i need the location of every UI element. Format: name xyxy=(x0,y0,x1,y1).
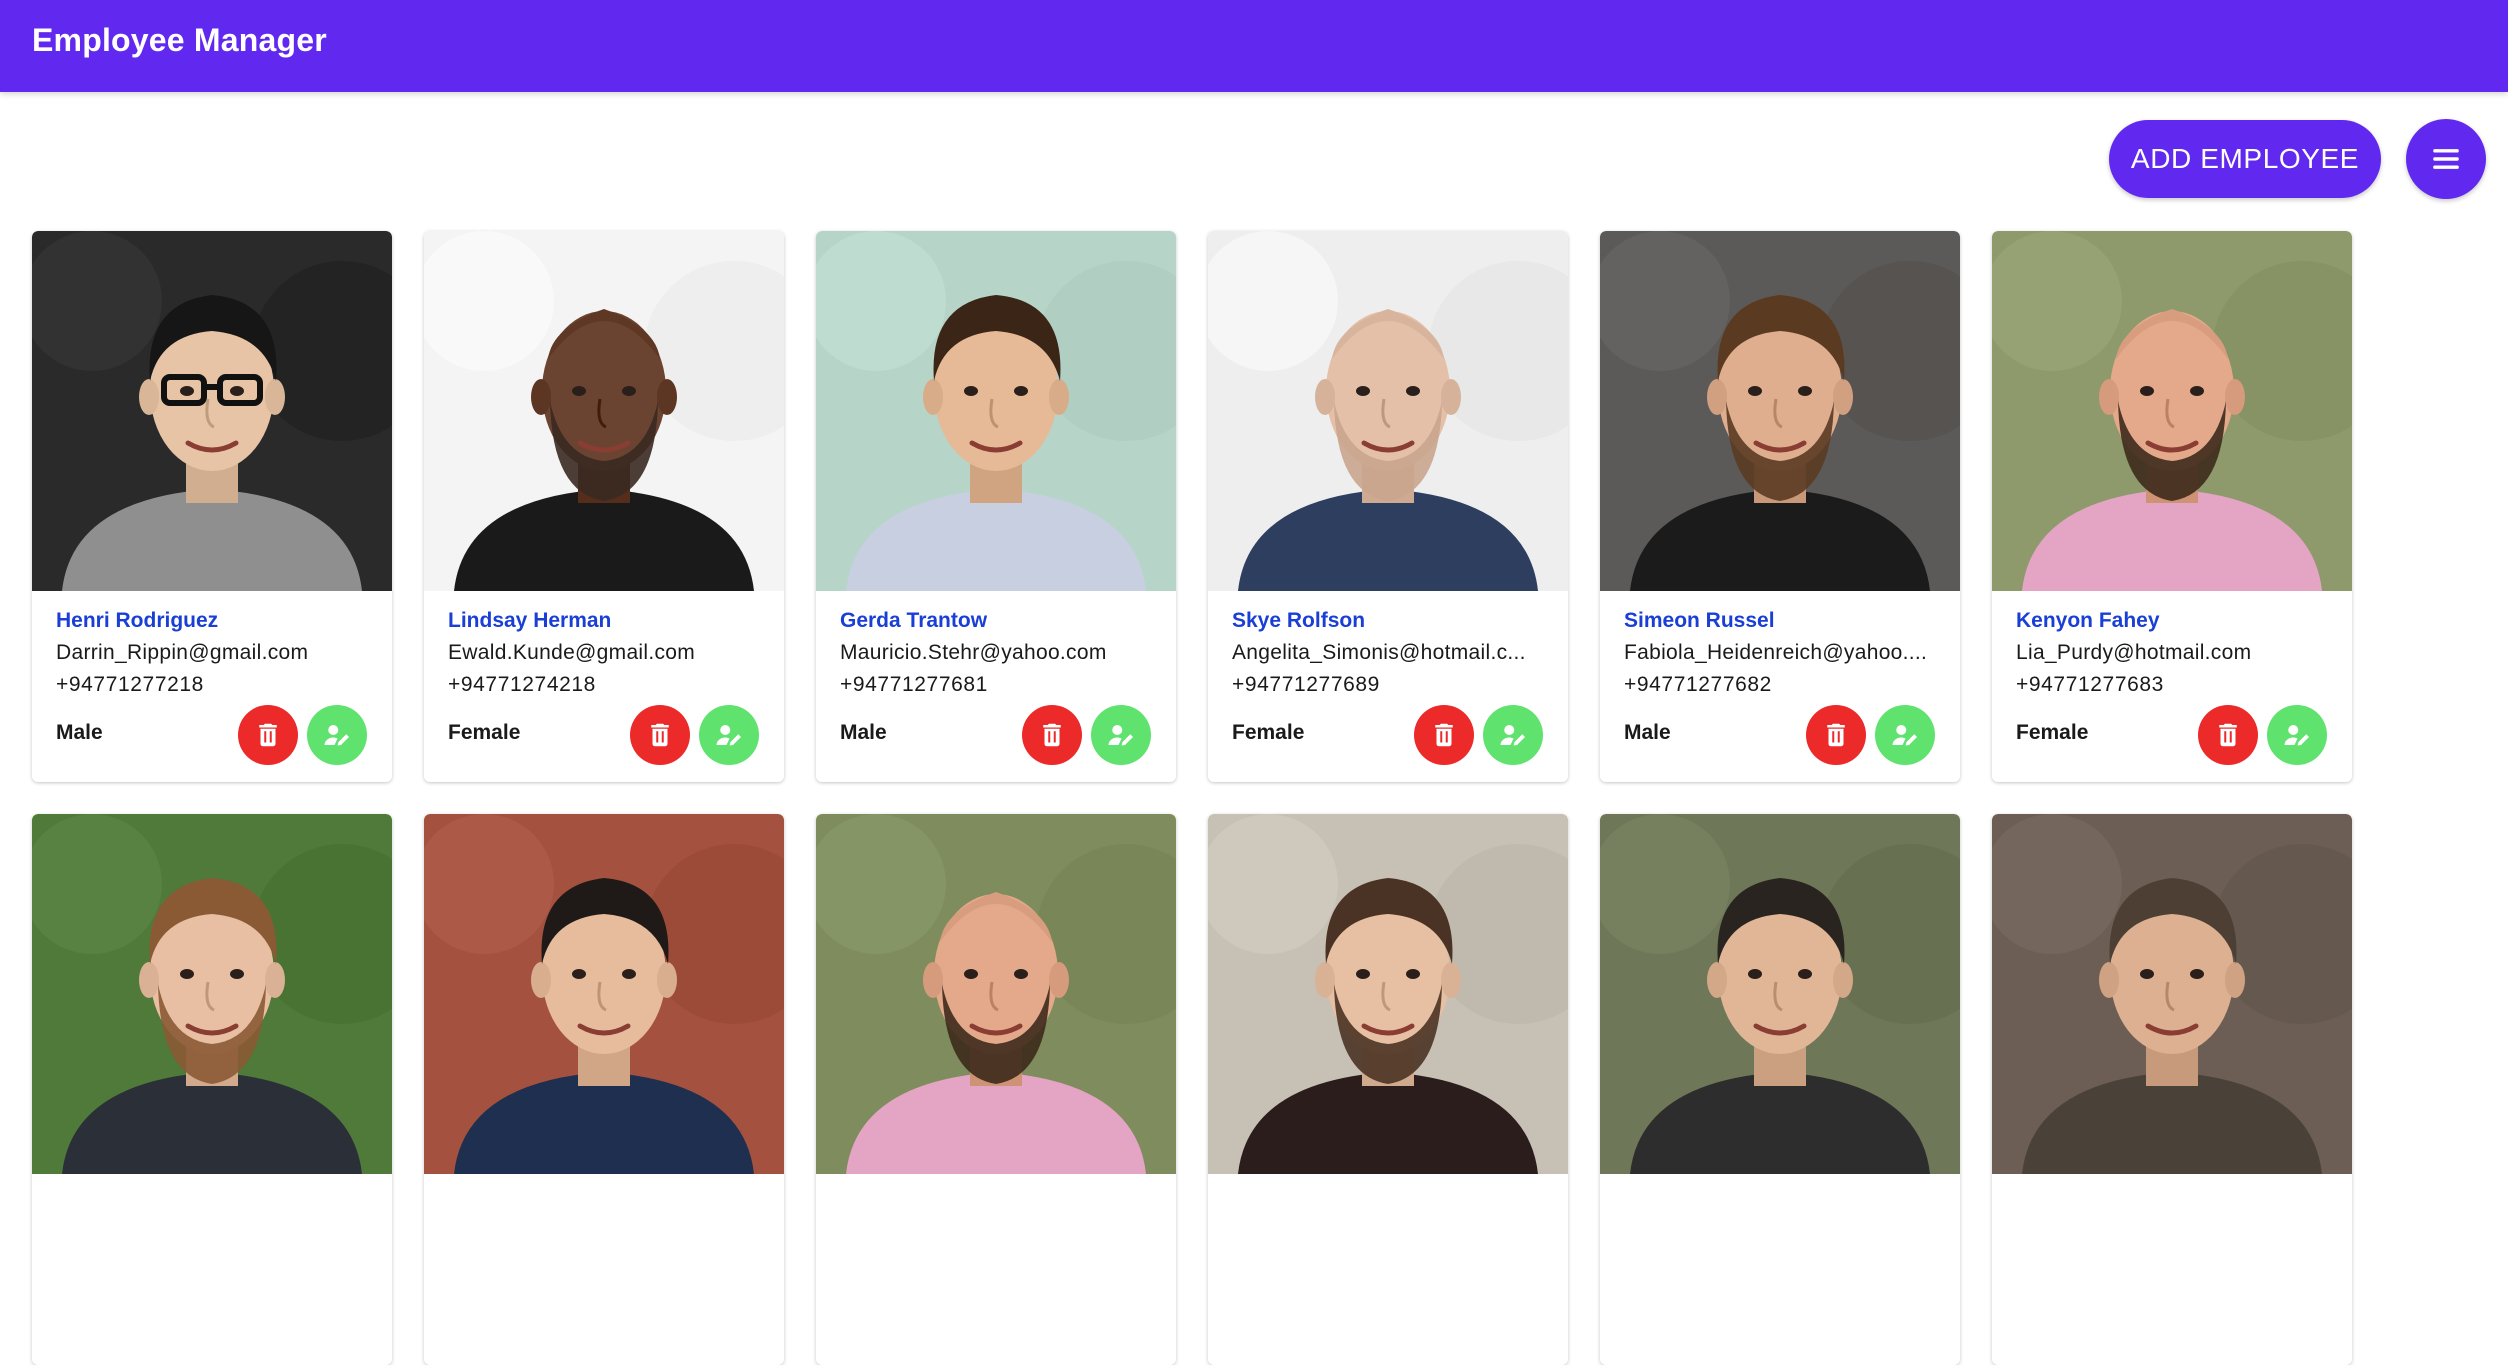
employee-photo xyxy=(32,814,392,1174)
employee-photo xyxy=(424,231,784,591)
add-employee-button[interactable]: ADD EMPLOYEE xyxy=(2109,120,2381,198)
employee-photo xyxy=(816,814,1176,1174)
employee-gender: Female xyxy=(1232,721,1305,744)
employee-card xyxy=(424,814,784,1365)
employee-name-link[interactable]: Henri Rodriguez xyxy=(56,609,376,633)
employee-email: Lia_Purdy@hotmail.com xyxy=(2016,641,2252,664)
edit-employee-button[interactable] xyxy=(699,705,759,765)
employee-email: Angelita_Simonis@hotmail.c... xyxy=(1232,641,1526,664)
employee-photo xyxy=(816,231,1176,591)
trash-icon xyxy=(651,723,669,747)
employee-name-link[interactable]: Kenyon Fahey xyxy=(2016,609,2336,633)
employee-card: Kenyon Fahey Lia_Purdy@hotmail.com +9477… xyxy=(1992,231,2352,782)
portrait-illustration xyxy=(1208,814,1568,1174)
delete-employee-button[interactable] xyxy=(1414,705,1474,765)
trash-icon xyxy=(1043,723,1061,747)
portrait-illustration xyxy=(1208,231,1568,591)
employee-photo xyxy=(1992,231,2352,591)
employee-phone: +94771274218 xyxy=(448,673,596,696)
employee-gender: Female xyxy=(2016,721,2089,744)
portrait-illustration xyxy=(1992,814,2352,1174)
delete-employee-button[interactable] xyxy=(1806,705,1866,765)
edit-employee-button[interactable] xyxy=(2267,705,2327,765)
employee-name-link[interactable]: Lindsay Herman xyxy=(448,609,768,633)
user-edit-icon xyxy=(1108,725,1133,746)
employee-email: Darrin_Rippin@gmail.com xyxy=(56,641,309,664)
employee-card xyxy=(1992,814,2352,1365)
employee-photo xyxy=(1600,814,1960,1174)
user-edit-icon xyxy=(324,725,349,746)
employee-phone: +94771277682 xyxy=(1624,673,1772,696)
employee-photo xyxy=(1208,814,1568,1174)
user-edit-icon xyxy=(2284,725,2309,746)
employee-photo xyxy=(1600,231,1960,591)
employee-email: Mauricio.Stehr@yahoo.com xyxy=(840,641,1107,664)
portrait-illustration xyxy=(32,814,392,1174)
portrait-illustration xyxy=(816,231,1176,591)
employee-card: Skye Rolfson Angelita_Simonis@hotmail.c.… xyxy=(1208,231,1568,782)
trash-icon xyxy=(1435,723,1453,747)
employee-phone: +94771277689 xyxy=(1232,673,1380,696)
employee-name-link[interactable]: Skye Rolfson xyxy=(1232,609,1552,633)
trash-icon xyxy=(1827,723,1845,747)
employee-photo xyxy=(32,231,392,591)
delete-employee-button[interactable] xyxy=(238,705,298,765)
employee-email: Fabiola_Heidenreich@yahoo.... xyxy=(1624,641,1928,664)
employee-card xyxy=(1600,814,1960,1365)
portrait-illustration xyxy=(424,231,784,591)
employee-name-link[interactable]: Simeon Russel xyxy=(1624,609,1944,633)
trash-icon xyxy=(2219,723,2237,747)
employee-card xyxy=(1208,814,1568,1365)
hamburger-menu-icon xyxy=(2433,149,2459,169)
employee-photo xyxy=(1992,814,2352,1174)
portrait-illustration xyxy=(1600,814,1960,1174)
employee-phone: +94771277683 xyxy=(2016,673,2164,696)
edit-employee-button[interactable] xyxy=(1091,705,1151,765)
app-bar: Employee Manager xyxy=(0,0,2508,92)
app-title: Employee Manager xyxy=(32,22,327,58)
user-edit-icon xyxy=(1892,725,1917,746)
employee-card xyxy=(816,814,1176,1365)
menu-button[interactable] xyxy=(2406,119,2486,199)
portrait-illustration xyxy=(1600,231,1960,591)
employee-phone: +94771277218 xyxy=(56,673,204,696)
employee-gender: Female xyxy=(448,721,521,744)
delete-employee-button[interactable] xyxy=(2198,705,2258,765)
employee-gender: Male xyxy=(56,721,103,744)
employee-card: Gerda Trantow Mauricio.Stehr@yahoo.com +… xyxy=(816,231,1176,782)
employee-gender: Male xyxy=(1624,721,1671,744)
employee-photo xyxy=(424,814,784,1174)
employee-card: Simeon Russel Fabiola_Heidenreich@yahoo.… xyxy=(1600,231,1960,782)
edit-employee-button[interactable] xyxy=(307,705,367,765)
employee-gender: Male xyxy=(840,721,887,744)
employee-card xyxy=(32,814,392,1365)
employee-card: Henri Rodriguez Darrin_Rippin@gmail.com … xyxy=(32,231,392,782)
portrait-illustration xyxy=(816,814,1176,1174)
employee-card: Lindsay Herman Ewald.Kunde@gmail.com +94… xyxy=(424,231,784,782)
employee-phone: +94771277681 xyxy=(840,673,988,696)
delete-employee-button[interactable] xyxy=(630,705,690,765)
user-edit-icon xyxy=(716,725,741,746)
delete-employee-button[interactable] xyxy=(1022,705,1082,765)
edit-employee-button[interactable] xyxy=(1875,705,1935,765)
user-edit-icon xyxy=(1500,725,1525,746)
portrait-illustration xyxy=(32,231,392,591)
employee-photo xyxy=(1208,231,1568,591)
edit-employee-button[interactable] xyxy=(1483,705,1543,765)
employee-name-link[interactable]: Gerda Trantow xyxy=(840,609,1160,633)
portrait-illustration xyxy=(424,814,784,1174)
portrait-illustration xyxy=(1992,231,2352,591)
trash-icon xyxy=(259,723,277,747)
employee-email: Ewald.Kunde@gmail.com xyxy=(448,641,696,664)
